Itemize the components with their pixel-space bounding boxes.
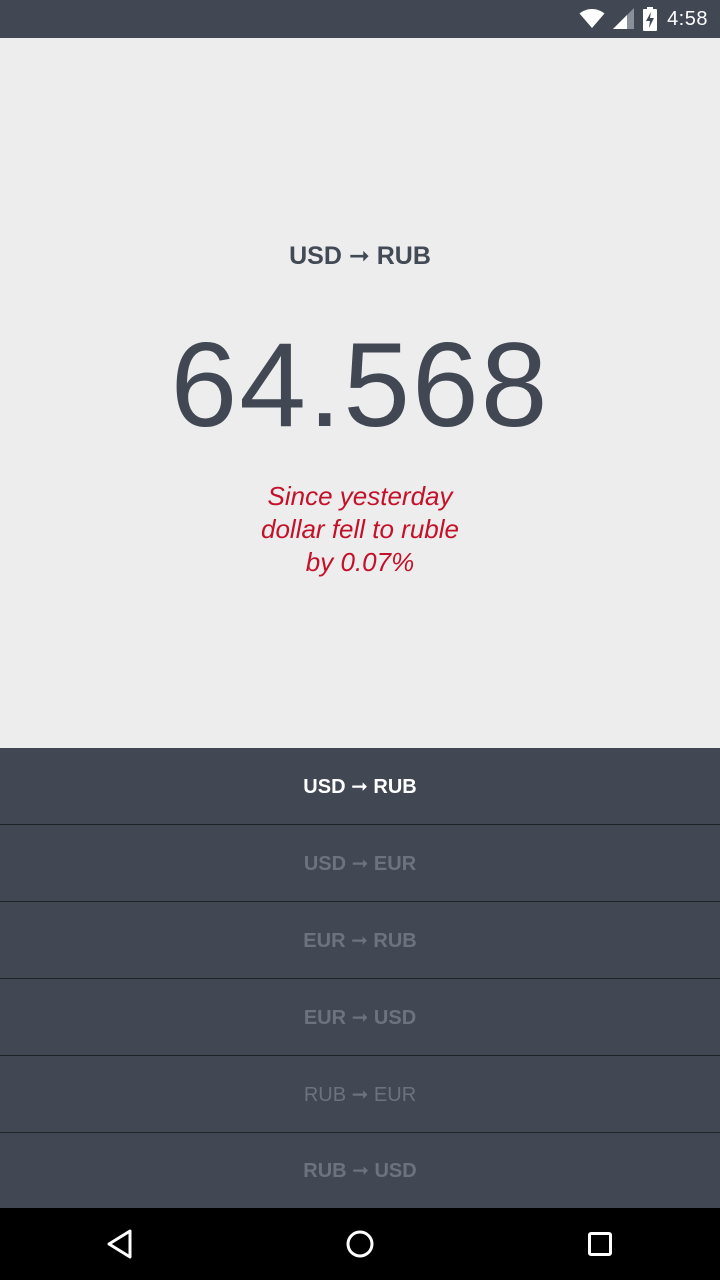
- change-line: Since yesterday: [267, 481, 453, 511]
- pair-item-eur-usd[interactable]: EUR ➞ USD: [0, 979, 720, 1056]
- change-line: by 0.07%: [305, 547, 415, 577]
- pair-item-rub-usd[interactable]: RUB ➞ USD: [0, 1133, 720, 1208]
- back-icon[interactable]: [100, 1224, 140, 1264]
- pair-item-usd-eur[interactable]: USD ➞ EUR: [0, 825, 720, 902]
- cell-signal-icon: [613, 8, 635, 30]
- change-line: dollar fell to ruble: [261, 514, 459, 544]
- exchange-rate-value: 64.568: [170, 318, 550, 452]
- recents-icon[interactable]: [580, 1224, 620, 1264]
- wifi-icon: [579, 9, 605, 29]
- pair-item-usd-rub[interactable]: USD ➞ RUB: [0, 748, 720, 825]
- app-screen: 4:58 USD ➞ RUB 64.568 Since yesterday do…: [0, 0, 720, 1280]
- navigation-bar: [0, 1208, 720, 1280]
- status-bar: 4:58: [0, 0, 720, 38]
- rate-change-text: Since yesterday dollar fell to ruble by …: [0, 480, 720, 579]
- rate-panel: USD ➞ RUB 64.568 Since yesterday dollar …: [0, 38, 720, 748]
- status-time: 4:58: [667, 7, 708, 30]
- home-icon[interactable]: [340, 1224, 380, 1264]
- battery-charging-icon: [643, 7, 658, 31]
- currency-pair-list: USD ➞ RUB USD ➞ EUR EUR ➞ RUB EUR ➞ USD …: [0, 748, 720, 1208]
- pair-item-rub-eur[interactable]: RUB ➞ EUR: [0, 1056, 720, 1133]
- current-pair-title: USD ➞ RUB: [289, 242, 431, 270]
- pair-item-eur-rub[interactable]: EUR ➞ RUB: [0, 902, 720, 979]
